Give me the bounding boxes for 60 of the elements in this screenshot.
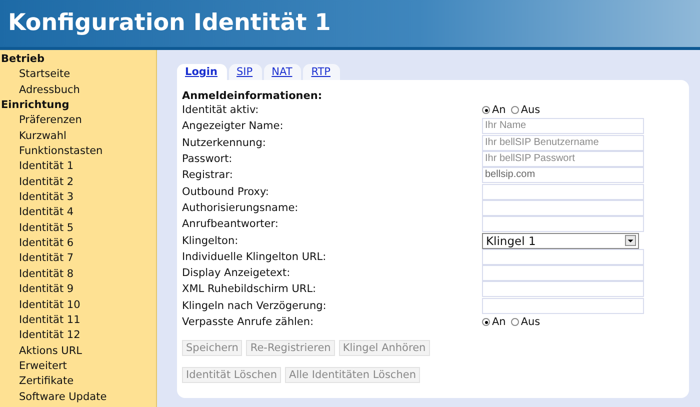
sidebar-item[interactable]: Identität 1	[0, 159, 156, 175]
sidebar-item[interactable]: Identität 4	[0, 205, 156, 221]
radio-button[interactable]	[510, 318, 519, 326]
field-label: Identität aktiv:	[182, 104, 260, 116]
input-field[interactable]	[482, 281, 644, 298]
tab[interactable]: RTP	[303, 64, 340, 80]
field-label: Anrufbeantworter:	[182, 218, 280, 230]
sidebar-heading[interactable]: Betrieb	[0, 52, 156, 68]
tab[interactable]: Login	[177, 64, 226, 80]
field-label: Individuelle Klingelton URL:	[182, 250, 328, 263]
sidebar-item[interactable]: Startseite	[0, 67, 156, 83]
sidebar-item[interactable]: Adressbuch	[0, 82, 156, 98]
field-label: Verpasste Anrufe zählen:	[182, 316, 315, 328]
sidebar-item[interactable]: Präferenzen	[0, 113, 156, 129]
radio-button[interactable]	[482, 106, 490, 114]
field-label: Klingelton:	[182, 234, 240, 247]
field-label: Registrar:	[182, 169, 234, 182]
sidebar-item[interactable]: Identität 3	[0, 190, 156, 206]
input-field[interactable]	[482, 184, 644, 200]
sidebar-item[interactable]: Identität 8	[0, 266, 156, 282]
input-field[interactable]	[482, 298, 644, 314]
sidebar-item[interactable]: Identität 6	[0, 236, 156, 252]
input-field[interactable]	[482, 216, 644, 232]
radio-button[interactable]	[482, 318, 490, 326]
input-field[interactable]	[482, 248, 644, 265]
sidebar-item[interactable]: Identität 5	[0, 220, 156, 236]
sidebar-item[interactable]: Kurzwahl	[0, 128, 156, 144]
field-label: Angezeigter Name:	[182, 120, 284, 132]
sidebar-item[interactable]: Identität 7	[0, 251, 156, 267]
sidebar-item[interactable]: Identität 9	[0, 282, 156, 298]
field-label: Outbound Proxy:	[182, 186, 270, 198]
sidebar-item[interactable]: Funktionstasten	[0, 144, 156, 160]
sidebar-item[interactable]: Identität 12	[0, 328, 156, 344]
field-label: Authorisierungsname:	[182, 202, 300, 214]
sidebar-item[interactable]: Aktions URL	[0, 344, 156, 359]
field-label: Klingeln nach Verzögerung:	[182, 300, 328, 312]
tab[interactable]: SIP	[228, 64, 262, 80]
sidebar-item[interactable]: Identität 11	[0, 312, 156, 328]
radio-label: Aus	[520, 104, 540, 116]
dropdown[interactable]: Klingel 1	[482, 232, 639, 249]
field-label: XML Ruhebildschirm URL:	[182, 283, 318, 296]
page-title: Konfiguration Identität 1	[7, 9, 331, 37]
sidebar-item[interactable]: Identität 2	[0, 174, 156, 190]
input-field[interactable]	[482, 265, 644, 282]
field-label: Passwort:	[182, 153, 234, 166]
radio-label: An	[492, 316, 506, 328]
radio-label: An	[492, 104, 506, 116]
sidebar-item[interactable]: Erweitert	[0, 358, 156, 374]
sidebar-item[interactable]: Zertifikate	[0, 374, 156, 390]
input-field[interactable]	[482, 200, 644, 216]
field-label: Nutzerkennung:	[182, 136, 267, 149]
radio-button[interactable]	[510, 106, 519, 114]
field-label: Display Anzeigetext:	[182, 267, 292, 280]
tab[interactable]: NAT	[264, 64, 302, 80]
sidebar-item[interactable]: Software Update	[0, 390, 156, 405]
radio-label: Aus	[520, 316, 540, 328]
input-field[interactable]: bellsip.com	[482, 167, 644, 184]
sidebar-item[interactable]: Identität 10	[0, 298, 156, 313]
section-title: Anmeldeinformationen:	[182, 90, 324, 102]
sidebar-heading[interactable]: Einrichtung	[0, 98, 156, 114]
